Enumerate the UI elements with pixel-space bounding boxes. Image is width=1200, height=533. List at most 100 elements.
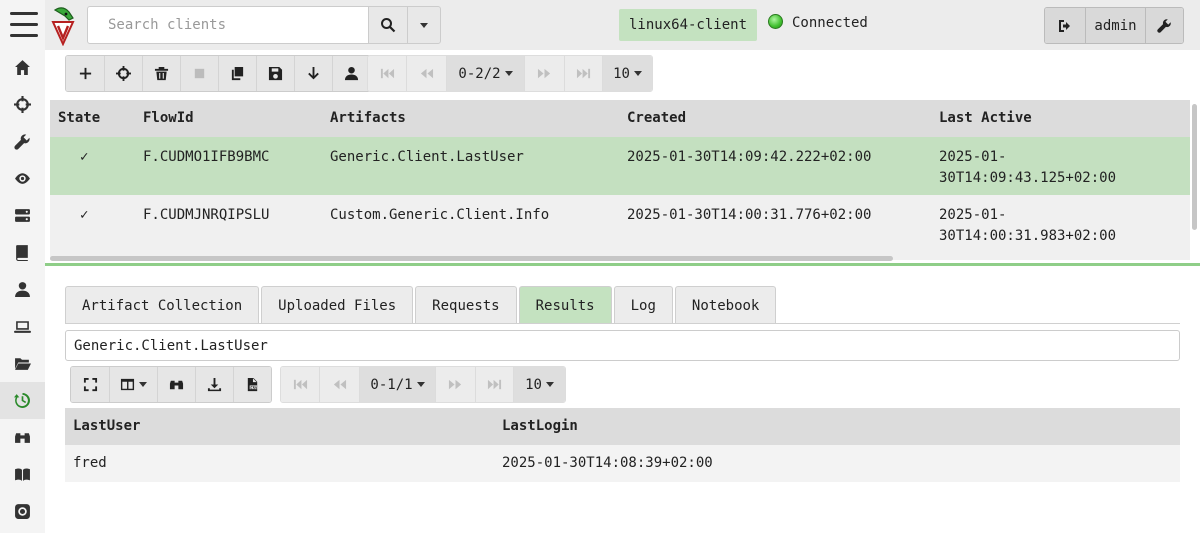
results-pagination: 0-1/1 10 <box>280 366 566 403</box>
file-csv-icon <box>247 377 258 392</box>
flow-last-active: 2025-01- 30T14:09:43.125+02:00 <box>939 147 1116 189</box>
tab-notebook[interactable]: Notebook <box>674 286 777 324</box>
artifact-select[interactable]: Generic.Client.LastUser <box>65 330 1180 361</box>
connection-status: Connected <box>792 15 868 31</box>
book-icon[interactable] <box>0 234 45 271</box>
column-header-flowid[interactable]: FlowId <box>143 110 194 126</box>
wrench-icon[interactable] <box>0 123 45 160</box>
wrench-icon <box>1157 19 1171 33</box>
flow-toolbar <box>65 55 371 92</box>
flow-detail-tabs: Artifact Collection Uploaded Files Reque… <box>65 286 777 324</box>
tab-uploaded-files[interactable]: Uploaded Files <box>261 286 414 324</box>
stop-flow-button[interactable] <box>180 56 218 91</box>
chevron-down-icon <box>416 382 425 387</box>
flow-last-active-line2: 30T14:00:31.983+02:00 <box>939 228 1117 244</box>
menu-toggle-icon[interactable] <box>10 12 38 40</box>
tabs-underline <box>65 323 1180 324</box>
skip-back-icon <box>380 68 394 79</box>
column-header-lastuser[interactable]: LastUser <box>73 418 140 434</box>
search-results-button[interactable] <box>157 367 195 402</box>
table-row[interactable]: fred 2025-01-30T14:08:39+02:00 <box>65 445 1180 482</box>
table-row[interactable]: ✓ F.CUDMO1IFB9BMC Generic.Client.LastUse… <box>50 137 1190 195</box>
flow-id: F.CUDMJNRQIPSLU <box>143 207 270 223</box>
tab-results[interactable]: Results <box>518 286 612 324</box>
trash-icon <box>154 66 169 81</box>
tab-artifact-collection[interactable]: Artifact Collection <box>65 286 260 324</box>
last-page-button[interactable] <box>475 367 513 402</box>
vertical-scrollbar[interactable] <box>1192 104 1197 230</box>
new-hunt-button[interactable] <box>104 56 142 91</box>
column-selector-dropdown[interactable] <box>109 367 157 402</box>
previous-page-button[interactable] <box>319 367 359 402</box>
flow-created: 2025-01-30T14:00:31.776+02:00 <box>627 207 872 223</box>
page-range-dropdown[interactable]: 0-2/2 <box>446 56 524 91</box>
laptop-icon[interactable] <box>0 308 45 345</box>
fullscreen-button[interactable] <box>71 367 109 402</box>
flow-id: F.CUDMO1IFB9BMC <box>143 149 270 165</box>
search-input[interactable] <box>87 6 369 44</box>
eye-icon[interactable] <box>0 160 45 197</box>
chevron-down-icon <box>139 382 147 387</box>
rewind-icon <box>333 379 347 390</box>
binoculars-icon[interactable] <box>0 419 45 456</box>
folder-open-icon[interactable] <box>0 345 45 382</box>
home-icon[interactable] <box>0 49 45 86</box>
copy-flow-button[interactable] <box>218 56 256 91</box>
flow-last-active-line1: 2025-01- <box>939 149 1007 165</box>
expand-icon <box>83 377 97 392</box>
save-icon <box>268 66 283 81</box>
last-page-button[interactable] <box>564 56 602 91</box>
column-header-lastlogin[interactable]: LastLogin <box>502 418 578 434</box>
column-header-last-active[interactable]: Last Active <box>939 110 1032 126</box>
new-collection-button[interactable] <box>66 56 104 91</box>
history-icon[interactable] <box>0 382 45 419</box>
page-size-dropdown[interactable]: 10 <box>602 56 652 91</box>
plus-icon <box>79 67 91 80</box>
page-range: 0-2/2 <box>458 65 501 82</box>
delete-flow-button[interactable] <box>142 56 180 91</box>
export-csv-button[interactable] <box>233 367 271 402</box>
first-page-button[interactable] <box>368 56 406 91</box>
page-size-dropdown[interactable]: 10 <box>513 367 565 402</box>
columns-icon <box>120 378 135 391</box>
tab-requests[interactable]: Requests <box>415 286 517 324</box>
table-row[interactable]: ✓ F.CUDMJNRQIPSLU Custom.Generic.Client.… <box>50 195 1190 253</box>
tab-log[interactable]: Log <box>613 286 673 324</box>
crosshair-icon[interactable] <box>0 86 45 123</box>
connected-status-icon <box>768 14 783 29</box>
column-header-artifacts[interactable]: Artifacts <box>330 110 406 126</box>
binoculars-icon <box>169 380 184 390</box>
search-button[interactable] <box>368 6 408 44</box>
server-icon[interactable] <box>0 197 45 234</box>
results-table-header: LastUser LastLogin <box>65 408 1180 445</box>
github-icon[interactable] <box>0 493 45 530</box>
page-range-dropdown[interactable]: 0-1/1 <box>359 367 435 402</box>
download-flow-button[interactable] <box>294 56 332 91</box>
horizontal-scrollbar[interactable] <box>50 256 893 261</box>
skip-back-icon <box>293 379 307 390</box>
stop-icon <box>194 68 205 79</box>
flow-artifacts: Generic.Client.LastUser <box>330 149 524 165</box>
user-icon <box>344 66 359 81</box>
next-page-button[interactable] <box>435 367 475 402</box>
sign-out-icon <box>1059 19 1070 32</box>
user-controls: admin <box>1044 7 1184 44</box>
completed-check-icon: ✓ <box>80 149 89 165</box>
flow-user-button[interactable] <box>332 56 370 91</box>
user-settings-button[interactable] <box>1145 8 1183 43</box>
next-page-button[interactable] <box>524 56 564 91</box>
logout-button[interactable] <box>1045 8 1085 43</box>
column-header-created[interactable]: Created <box>627 110 686 126</box>
first-page-button[interactable] <box>281 367 319 402</box>
book-open-icon[interactable] <box>0 456 45 493</box>
page-range: 0-1/1 <box>370 376 413 393</box>
username-button[interactable]: admin <box>1085 8 1145 43</box>
user-icon[interactable] <box>0 271 45 308</box>
download-results-button[interactable] <box>195 367 233 402</box>
search-options-dropdown[interactable] <box>407 6 441 44</box>
client-badge[interactable]: linux64-client <box>619 9 758 41</box>
save-flow-button[interactable] <box>256 56 294 91</box>
column-header-state[interactable]: State <box>58 110 100 126</box>
previous-page-button[interactable] <box>406 56 446 91</box>
pane-splitter[interactable] <box>45 263 1200 266</box>
